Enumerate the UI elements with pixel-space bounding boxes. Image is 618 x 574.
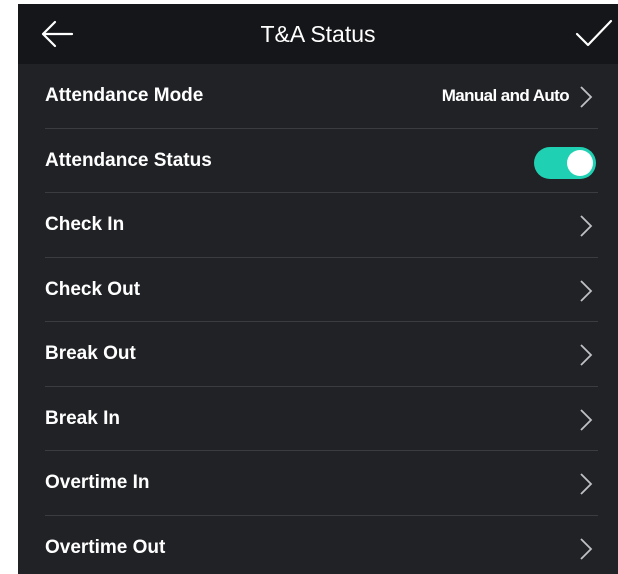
ta-status-screen: T&A Status Attendance Mode Manual and Au… xyxy=(18,4,618,574)
overtime-out-label: Overtime Out xyxy=(45,536,166,558)
page-title: T&A Status xyxy=(260,21,376,47)
overtime-in-label: Overtime In xyxy=(45,472,150,493)
title-bar: T&A Status xyxy=(18,4,618,64)
attendance-mode-row[interactable]: Attendance Mode Manual and Auto xyxy=(18,64,618,129)
overtime-out-row[interactable]: Overtime Out xyxy=(18,516,618,574)
checkmark-icon xyxy=(575,19,613,47)
settings-list: Attendance Mode Manual and Auto Attendan… xyxy=(18,64,618,574)
break-out-label: Break Out xyxy=(45,343,136,364)
attendance-mode-value: Manual and Auto xyxy=(441,86,570,105)
chevron-right-icon xyxy=(580,215,593,237)
confirm-button[interactable] xyxy=(574,18,614,50)
chevron-right-icon xyxy=(580,537,593,560)
check-out-row[interactable]: Check Out xyxy=(18,258,618,322)
check-out-label: Check Out xyxy=(45,278,141,300)
attendance-status-row: Attendance Status xyxy=(18,129,618,193)
attendance-status-label: Attendance Status xyxy=(45,149,212,171)
chevron-right-icon xyxy=(580,344,593,366)
chevron-right-icon xyxy=(580,473,593,495)
break-in-row[interactable]: Break In xyxy=(18,387,618,451)
check-in-row[interactable]: Check In xyxy=(18,193,618,258)
break-out-row[interactable]: Break Out xyxy=(18,322,618,387)
toggle-knob xyxy=(567,149,593,176)
attendance-mode-label: Attendance Mode xyxy=(45,85,204,106)
chevron-right-icon xyxy=(580,86,593,108)
chevron-right-icon xyxy=(580,279,593,302)
chevron-right-icon xyxy=(580,408,593,431)
overtime-in-row[interactable]: Overtime In xyxy=(18,451,618,516)
check-in-label: Check In xyxy=(45,214,125,235)
break-in-label: Break In xyxy=(45,407,120,429)
attendance-status-toggle[interactable] xyxy=(534,146,596,179)
